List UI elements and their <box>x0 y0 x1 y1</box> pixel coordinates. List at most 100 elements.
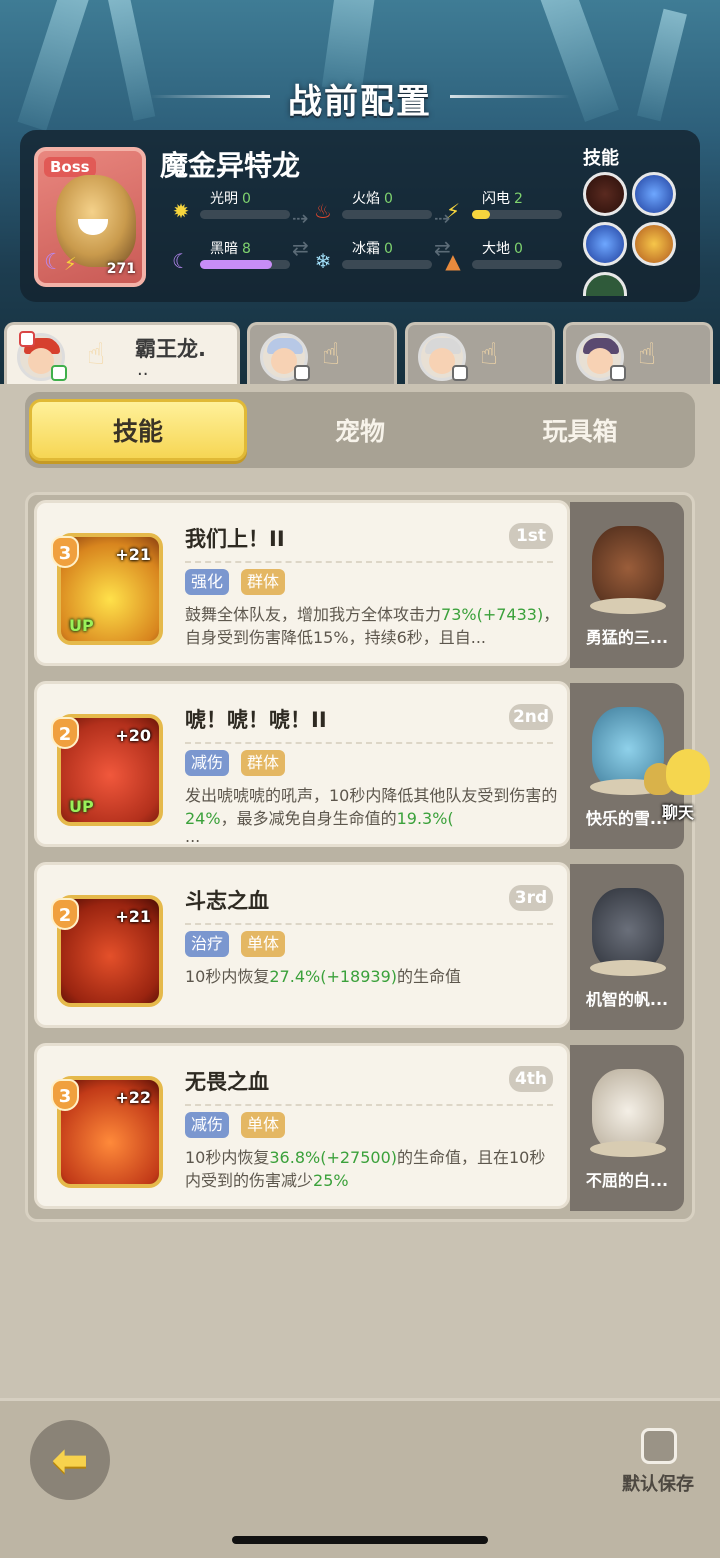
sun-icon: ✹ <box>172 199 190 223</box>
skill-card-1[interactable]: +21 UP 3 我们上！II 1st 强化 群体 鼓舞全体队友，增加我方全体攻… <box>34 500 570 666</box>
element-lightning: ⚡ 闪电 2 <box>442 188 592 228</box>
upgrade-badge: UP <box>69 616 94 635</box>
element-bar <box>342 210 432 219</box>
skill-rank: 1st <box>509 523 553 549</box>
skill-card-4[interactable]: +22 3 无畏之血 4th 减伤 单体 10秒内恢复36.8%(+27500)… <box>34 1043 570 1209</box>
skill-tag: 单体 <box>241 1112 286 1138</box>
default-save-label: 默认保存 <box>622 1474 694 1495</box>
character-name-ellipsis: .. <box>137 359 149 380</box>
status-badge <box>452 365 468 381</box>
snowflake-icon: ❄ <box>314 249 332 273</box>
skill-level-badge: 3 <box>51 536 79 568</box>
element-bar <box>200 210 290 219</box>
divider <box>185 923 553 925</box>
boss-tag: Boss <box>44 157 96 177</box>
skill-card-2[interactable]: +20 UP 2 唬！唬！唬！II 2nd 减伤 群体 发出唬唬唬的吼声，10秒… <box>34 681 570 847</box>
tab-toybox[interactable]: 玩具箱 <box>471 399 689 461</box>
moon-icon: ☾ <box>44 250 64 275</box>
pet-slot-4[interactable]: 不屈的白... <box>570 1045 684 1211</box>
boss-skill-lightning-icon[interactable] <box>632 172 676 216</box>
boss-skill-bite-icon[interactable] <box>583 172 627 216</box>
flame-icon: ♨ <box>314 199 332 223</box>
chat-face-icon <box>666 749 710 795</box>
skill-plus: +22 <box>115 1088 151 1107</box>
boss-skills-label: 技能 <box>583 148 619 169</box>
skill-tag: 减伤 <box>185 750 230 776</box>
status-badge <box>294 365 310 381</box>
element-bar <box>472 210 562 219</box>
pet-slot-3[interactable]: 机智的帆... <box>570 864 684 1030</box>
pet-slot-1[interactable]: 勇猛的三... <box>570 502 684 668</box>
character-tab-1[interactable]: ☝ 霸王龙. .. <box>4 322 240 384</box>
element-bar <box>200 260 290 269</box>
skill-description: 鼓舞全体队友，增加我方全体攻击力73%(+7433)，自身受到伤害降低15%，持… <box>185 605 560 647</box>
character-tab-3[interactable]: ☝ <box>405 322 555 384</box>
character-tab-4[interactable]: ☝ <box>563 322 713 384</box>
back-arrow-icon: ⬅ <box>51 1434 89 1486</box>
skill-card-3[interactable]: +21 2 斗志之血 3rd 治疗 单体 10秒内恢复27.4%(+18939)… <box>34 862 570 1028</box>
skill-title: 我们上！II <box>185 527 285 551</box>
back-button[interactable]: ⬅ <box>30 1420 110 1500</box>
category-tabs: 技能 宠物 玩具箱 <box>25 392 695 468</box>
element-value: 0 <box>514 241 523 257</box>
element-bar-fill <box>200 260 272 269</box>
element-name: 大地 <box>482 241 510 257</box>
skill-description: 发出唬唬唬的吼声，10秒内降低其他队友受到伤害的24%，最多减免自身生命值的19… <box>185 786 558 828</box>
arrow-icon: ⇢ <box>292 206 309 230</box>
skill-level-badge: 2 <box>51 717 79 749</box>
arrow-icon: ⇄ <box>292 236 309 260</box>
element-name: 黑暗 <box>210 241 238 257</box>
mountain-icon: ▲ <box>445 249 461 273</box>
element-bar <box>342 260 432 269</box>
skill-tag: 群体 <box>241 569 286 595</box>
skill-title: 斗志之血 <box>185 889 269 913</box>
lightning-icon: ⚡ <box>445 199 461 223</box>
chat-button[interactable]: 聊天 <box>644 745 720 825</box>
skill-plus: +21 <box>115 545 151 564</box>
skill-tag: 减伤 <box>185 1112 230 1138</box>
home-indicator[interactable] <box>232 1536 488 1544</box>
element-name: 火焰 <box>352 191 380 207</box>
tab-pets[interactable]: 宠物 <box>251 399 469 461</box>
element-value: 0 <box>384 191 393 207</box>
status-badge <box>51 365 67 381</box>
skill-level-badge: 3 <box>51 1079 79 1111</box>
skill-description: 10秒内恢复36.8%(+27500)的生命值，且在10秒内受到的伤害减少25% <box>185 1148 546 1190</box>
boss-name: 魔金异特龙 <box>160 149 301 182</box>
pet-name: 不屈的白... <box>585 1171 669 1190</box>
boss-skill-flare-icon[interactable] <box>632 222 676 266</box>
skill-tag: 单体 <box>241 931 286 957</box>
pointing-hand-icon: ☝ <box>322 337 341 372</box>
element-value: 0 <box>242 191 251 207</box>
moon-icon: ☾ <box>172 249 190 273</box>
boss-skill-bolt-icon[interactable] <box>583 222 627 266</box>
skill-rank: 2nd <box>509 704 553 730</box>
upgrade-badge: UP <box>69 797 94 816</box>
skill-plus: +20 <box>115 726 151 745</box>
skill-level-badge: 2 <box>51 898 79 930</box>
skill-tag: 强化 <box>185 569 230 595</box>
divider <box>185 1104 553 1106</box>
default-save-checkbox[interactable] <box>641 1428 677 1464</box>
skill-rank: 4th <box>509 1066 553 1092</box>
pointing-hand-icon: ☝ <box>638 337 657 372</box>
pointing-hand-icon: ☝ <box>480 337 499 372</box>
skill-description: 10秒内恢复27.4%(+18939)的生命值 <box>185 967 462 986</box>
character-tab-2[interactable]: ☝ <box>247 322 397 384</box>
pointing-hand-icon: ☝ <box>87 337 106 372</box>
status-badge <box>610 365 626 381</box>
element-value: 8 <box>242 241 251 257</box>
close-badge-icon <box>19 331 35 347</box>
tab-skills[interactable]: 技能 <box>29 399 247 461</box>
boss-level: 271 <box>106 261 136 277</box>
boss-portrait[interactable]: Boss ☾ ⚡ 271 <box>34 147 146 287</box>
element-name: 闪电 <box>482 191 510 207</box>
skill-rank: 3rd <box>509 885 553 911</box>
chat-label: 聊天 <box>662 803 695 822</box>
element-bar <box>472 260 562 269</box>
element-earth: ▲ 大地 0 <box>442 238 592 278</box>
skill-description-ellipsis: ... <box>185 830 201 846</box>
divider <box>185 561 553 563</box>
page-title: 战前配置 <box>288 82 432 122</box>
pet-name: 勇猛的三... <box>585 628 669 647</box>
